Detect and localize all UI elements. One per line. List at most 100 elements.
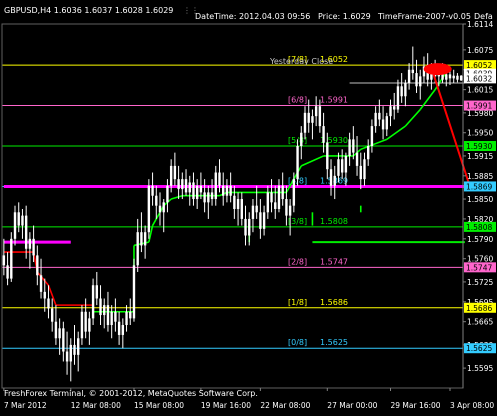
candle-body [448,74,452,79]
candle-body [84,311,87,332]
candle-body [39,275,43,292]
candle-body [385,116,388,130]
axis-tick-label: 1.5950 [467,129,493,138]
candle-body [378,112,381,120]
candle-body [300,132,303,146]
candle-body [158,205,162,213]
time-tick-label: 29 Mar 16:00 [391,401,441,410]
candle-body [445,74,448,80]
time-tick-label: 22 Mar 08:00 [260,401,310,410]
time-tick-label: 3 Apr 08:00 [450,401,494,410]
candle-body [132,265,136,319]
murray-level-label: [0/8] [288,338,307,347]
candle-body [318,106,322,127]
axis-tick-label: 1.6015 [467,86,493,95]
candle-body [136,232,139,266]
axis-price-badge-text: 1.5808 [466,223,492,232]
candle-body [407,69,411,84]
candle-body [169,165,173,186]
time-tick-label: 19 Mar 16:00 [201,401,251,410]
datetime-label: DateTime: 2012.04.03 09:56 [195,12,310,21]
candle-body [36,255,39,276]
candle-body [99,298,102,316]
candle-body [326,142,329,170]
candle-body [307,112,310,123]
candle-body [140,232,143,246]
candle-body [199,185,203,193]
candle-body [155,195,158,206]
candle-body [88,318,91,332]
candle-body [6,265,9,279]
candle-body [58,328,61,339]
murray-level-value: 1.5625 [320,338,348,347]
candle-body [244,218,247,236]
candle-body [210,192,214,200]
candle-body [404,83,407,97]
candle-body [17,212,20,226]
time-tick-label: 15 Mar 08:00 [134,401,184,410]
candle-body [173,165,177,180]
axis-price-badge-text: 1.5747 [466,263,492,272]
candle-body [251,205,255,219]
candle-body [236,199,240,209]
candle-body [225,185,229,196]
candle-body [366,145,370,160]
candle-body [288,205,292,216]
candle-body [296,145,299,180]
axis-price-badge-text: 1.5991 [466,102,492,111]
axis-price-badge-text: 1.5869 [466,182,492,191]
candle-body [203,192,206,203]
candle-body [151,185,154,196]
candle-body [348,139,351,156]
candle-body [181,179,184,190]
axis-price-badge-text: 1.5930 [466,142,492,151]
candle-body [80,311,84,339]
candle-body [47,298,50,309]
candle-body [24,215,28,249]
candle-body [13,212,17,239]
candle-body [363,159,366,180]
candle-body [285,199,288,216]
axis-tick-label: 1.5885 [467,172,493,181]
candle-body [322,126,325,143]
murray-level-value: 1.5991 [320,96,348,105]
candle-body [32,238,35,256]
candle-body [129,311,132,319]
candle-body [147,185,151,233]
candle-body [195,185,199,200]
candle-body [143,232,147,246]
axis-tick-label: 1.5850 [467,195,493,204]
candle-body [103,305,106,316]
candle-body [91,285,95,319]
price-chart[interactable]: [7/8]1.6052[6/8]1.5991[5/8]1.5930[4/8]1.… [0,0,497,416]
candle-body [121,325,125,335]
candle-body [54,321,58,339]
red-marker [423,63,452,76]
candle-body [292,179,296,206]
candle-body [359,165,362,180]
murray-level-value: 1.5808 [320,217,348,226]
candle-body [218,172,221,186]
candle-body [411,69,415,74]
candle-body [400,86,403,97]
candle-body [65,351,69,362]
axis-tick-label: 1.5725 [467,278,493,287]
candle-body [419,76,422,87]
time-tick-label: 12 Mar 08:00 [71,401,121,410]
murray-level-label: [1/8] [288,298,307,307]
default-label-cut: Defa [474,12,493,21]
axis-tick-label: 1.5790 [467,235,493,244]
candle-body [240,199,243,219]
candle-body [21,215,24,226]
candle-body [459,75,463,81]
timeframe-label: TimeFrame-2007-v0.05 [377,12,471,21]
candle-body [396,86,400,110]
candle-body [314,106,318,117]
murray-level-label: [2/8] [288,257,307,266]
candle-body [73,344,76,355]
candle-body [456,75,459,80]
candle-body [337,159,340,176]
candle-body [162,202,165,213]
candle-body [389,106,392,117]
candle-body [415,73,418,87]
